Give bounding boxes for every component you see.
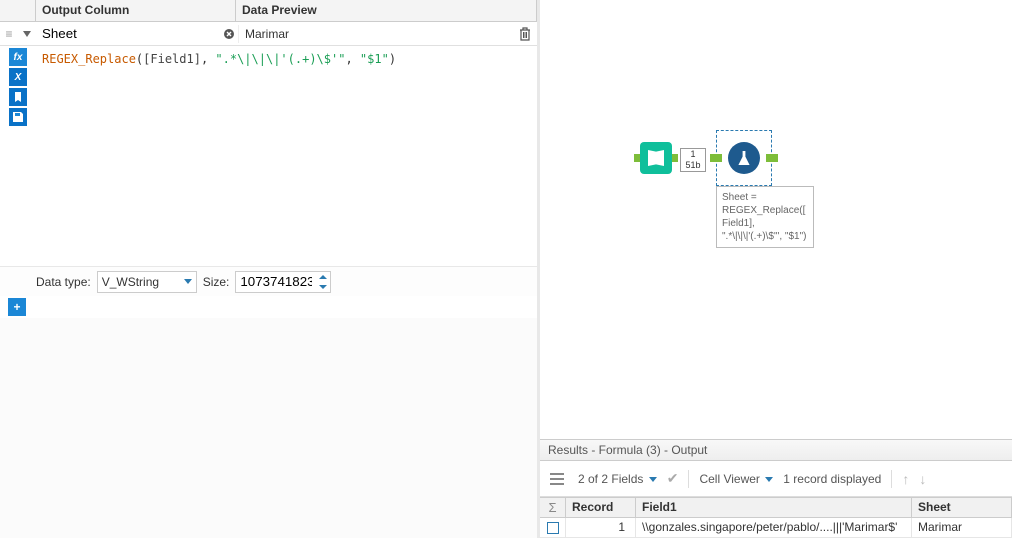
fx-button[interactable]: fx (9, 48, 27, 66)
bookmark-button[interactable] (9, 88, 27, 106)
size-input[interactable] (236, 274, 316, 289)
token-function: REGEX_Replace (42, 52, 136, 66)
collapse-icon[interactable] (18, 22, 36, 45)
connection-badge: 1 51b (680, 148, 706, 172)
datatype-value: V_WString (102, 275, 159, 289)
size-increment[interactable] (316, 272, 330, 282)
size-decrement[interactable] (316, 282, 330, 292)
check-icon: ✔ (667, 470, 679, 487)
formula-annotation: Sheet = REGEX_Replace([Field1], ".*\|\|\… (716, 186, 814, 248)
editor-row: fx X REGEX_Replace([Field1], ".*\|\|\|'(… (0, 46, 537, 266)
formula-tool-selection (716, 130, 772, 186)
chevron-down-icon (184, 279, 192, 284)
output-column-input[interactable] (38, 24, 220, 43)
datatype-label: Data type: (36, 275, 91, 289)
preview-value: Marimar (238, 25, 513, 43)
clear-icon[interactable] (220, 28, 238, 40)
results-header: Results - Formula (3) - Output (540, 439, 1012, 461)
col-record[interactable]: Record (566, 498, 636, 517)
menu-icon[interactable]: ≡ (0, 22, 18, 45)
sigma-icon[interactable]: Σ (540, 498, 566, 517)
row-marker-icon (540, 518, 566, 537)
col-field1[interactable]: Field1 (636, 498, 912, 517)
size-input-wrap (235, 271, 331, 293)
nav-down-button[interactable]: ↓ (919, 471, 926, 487)
left-filler (0, 318, 537, 538)
toolbar-separator-2 (891, 470, 892, 488)
workflow-canvas[interactable]: 1 51b Sheet = REGEX_Replace([Field1], ".… (540, 0, 1012, 439)
expression-header-row: ≡ Marimar (0, 22, 537, 46)
input-tool-node[interactable] (640, 142, 672, 174)
editor-toolbar: fx X (0, 46, 36, 266)
x-var-button[interactable]: X (9, 68, 27, 86)
token-field: [Field1] (143, 52, 201, 66)
fields-count-text: 2 of 2 Fields (578, 472, 657, 486)
toolbar-separator (688, 470, 689, 488)
token-pattern: ".*\|\|\|'(.+)\$'" (215, 52, 345, 66)
header-pad (0, 0, 36, 21)
size-label: Size: (203, 275, 230, 289)
badge-top: 1 (681, 149, 705, 160)
grid-data-row[interactable]: 1 \\gonzales.singapore/peter/pablo/....|… (540, 518, 1012, 538)
cell-field1: \\gonzales.singapore/peter/pablo/....|||… (636, 518, 912, 537)
column-headers: Output Column Data Preview (0, 0, 537, 22)
add-expression-button[interactable]: + (8, 298, 26, 316)
book-icon (648, 150, 664, 166)
size-spinner (316, 272, 330, 292)
config-panel: Output Column Data Preview ≡ Marimar fx … (0, 0, 540, 538)
results-toolbar: 2 of 2 Fields ✔ Cell Viewer 1 record dis… (540, 461, 1012, 497)
cell-record: 1 (566, 518, 636, 537)
results-grid: Σ Record Field1 Sheet 1 \\gonzales.singa… (540, 497, 1012, 538)
token-sep2: , (345, 52, 359, 66)
trash-icon[interactable] (513, 27, 537, 41)
header-output-column: Output Column (36, 0, 236, 21)
header-data-preview: Data Preview (236, 0, 537, 21)
cell-viewer-dropdown[interactable]: Cell Viewer (699, 472, 773, 486)
cell-sheet: Marimar (912, 518, 1012, 537)
nav-up-button[interactable]: ↑ (902, 471, 909, 487)
view-list-icon[interactable] (546, 468, 568, 490)
formula-tool-node[interactable] (728, 142, 760, 174)
token-replacement: "$1" (360, 52, 389, 66)
records-displayed-text: 1 record displayed (783, 472, 881, 486)
col-sheet[interactable]: Sheet (912, 498, 1012, 517)
grid-header-row: Σ Record Field1 Sheet (540, 498, 1012, 518)
flask-icon (737, 151, 751, 165)
right-panel: 1 51b Sheet = REGEX_Replace([Field1], ".… (540, 0, 1012, 538)
add-row: + (0, 296, 537, 318)
badge-bottom: 51b (681, 160, 705, 171)
formula-editor[interactable]: REGEX_Replace([Field1], ".*\|\|\|'(.+)\$… (36, 46, 537, 266)
datatype-select[interactable]: V_WString (97, 271, 197, 293)
save-button[interactable] (9, 108, 27, 126)
token-sep1: , (201, 52, 215, 66)
token-close: ) (389, 52, 396, 66)
datatype-row: Data type: V_WString Size: (0, 266, 537, 296)
